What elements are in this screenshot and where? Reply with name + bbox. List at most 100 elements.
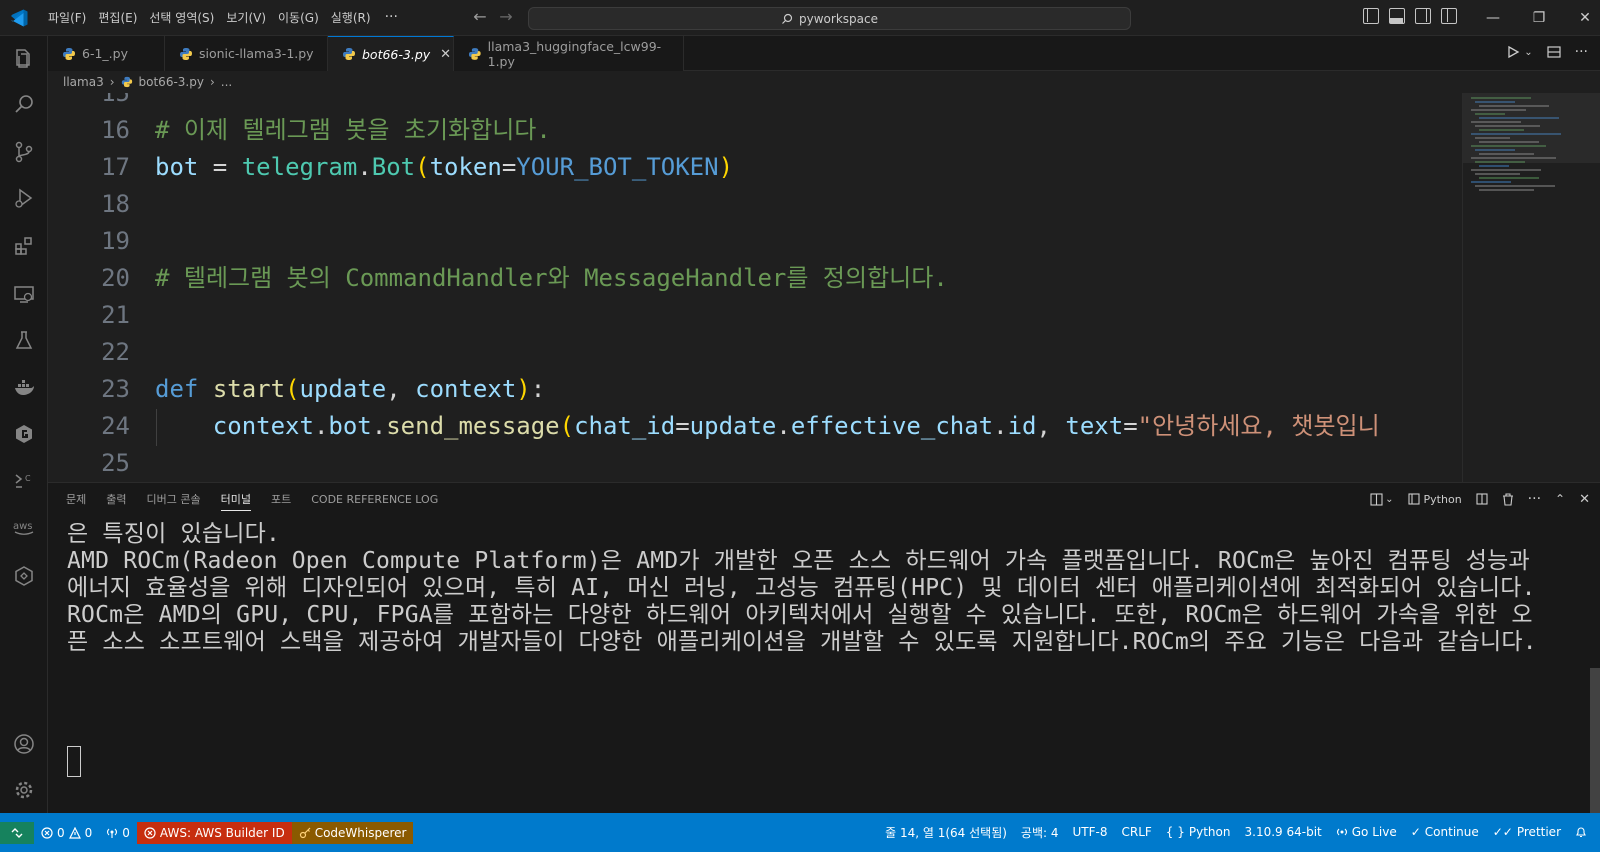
- new-terminal-layout-icon[interactable]: ⌄: [1370, 492, 1394, 506]
- maximize-panel-icon[interactable]: ⌃: [1555, 492, 1565, 506]
- breadcrumb-file[interactable]: bot66-3.py: [139, 75, 204, 89]
- code-line[interactable]: 22: [48, 334, 1462, 371]
- codewhisperer-status[interactable]: CodeWhisperer: [291, 821, 414, 844]
- gitlens-icon[interactable]: [12, 422, 36, 446]
- code-editor[interactable]: 15 16 # 이제 텔레그램 봇을 초기화합니다. 17 bot = telegram…: [48, 93, 1462, 482]
- encoding[interactable]: UTF-8: [1066, 821, 1115, 843]
- back-arrow-icon[interactable]: ←: [472, 8, 488, 26]
- code-line[interactable]: 19: [48, 223, 1462, 260]
- python-interpreter[interactable]: 3.10.9 64-bit: [1238, 821, 1329, 843]
- code-line[interactable]: 17 bot = telegram.Bot(token=YOUR_BOT_TOKE…: [48, 149, 1462, 186]
- aws-connection-status[interactable]: AWS: AWS Builder ID: [136, 821, 292, 844]
- prettier-button[interactable]: ✓✓ Prettier: [1486, 821, 1568, 843]
- tab-sionic-llama3[interactable]: sionic-llama3-1.py: [165, 36, 328, 71]
- code-line[interactable]: 18: [48, 186, 1462, 223]
- terminal-scrollbar[interactable]: [1590, 668, 1600, 814]
- close-window-icon[interactable]: ✕: [1562, 0, 1600, 36]
- tab-ports[interactable]: 포트: [261, 483, 301, 517]
- warning-icon: [68, 826, 81, 839]
- cursor-position[interactable]: 줄 14, 열 1(64 선택됨): [878, 821, 1014, 843]
- go-live-button[interactable]: Go Live: [1329, 821, 1404, 843]
- toggle-primary-sidebar-icon[interactable]: [1363, 8, 1379, 24]
- terminal-output[interactable]: 은 특징이 있습니다. AMD ROCm(Radeon Open Compute…: [67, 521, 1537, 656]
- tab-output[interactable]: 출력: [96, 483, 136, 517]
- menu-selection[interactable]: 선택 영역(S): [143, 6, 220, 30]
- explorer-icon[interactable]: [12, 46, 36, 70]
- tab-llama3-huggingface[interactable]: llama3_huggingface_lcw99-1.py: [454, 36, 684, 71]
- continue-label: Continue: [1424, 825, 1479, 839]
- end-of-line[interactable]: CRLF: [1114, 821, 1158, 843]
- customize-layout-icon[interactable]: [1441, 8, 1457, 24]
- remote-explorer-icon[interactable]: [12, 282, 36, 306]
- source-control-icon[interactable]: [12, 140, 36, 164]
- more-actions-icon[interactable]: ···: [1575, 44, 1588, 60]
- code-token: telegram: [241, 153, 358, 181]
- code-token: bot: [328, 412, 372, 440]
- testing-icon[interactable]: [12, 328, 36, 352]
- account-icon[interactable]: [12, 732, 36, 756]
- minimap-line: [1475, 173, 1520, 175]
- language-mode[interactable]: { } Python: [1159, 821, 1238, 843]
- trash-icon[interactable]: [1502, 492, 1514, 506]
- code-token: update: [689, 412, 777, 440]
- close-panel-icon[interactable]: ✕: [1579, 492, 1590, 507]
- line-number: 21: [101, 301, 130, 329]
- code-line[interactable]: 25: [48, 445, 1462, 482]
- split-editor-icon[interactable]: [1547, 45, 1561, 59]
- terminal-cursor: [67, 746, 81, 777]
- tab-code-reference-log[interactable]: CODE REFERENCE LOG: [301, 483, 448, 517]
- menu-more-icon[interactable]: ···: [377, 6, 406, 30]
- problems-status[interactable]: 0 0: [34, 822, 99, 844]
- minimap-slider[interactable]: [1463, 93, 1600, 163]
- run-debug-icon[interactable]: [12, 186, 36, 210]
- menu-run[interactable]: 실행(R): [325, 6, 377, 30]
- run-file-icon[interactable]: [1506, 45, 1520, 59]
- menu-go[interactable]: 이동(G): [272, 6, 325, 30]
- code-token: update: [299, 375, 387, 403]
- code-line[interactable]: 15: [48, 93, 1462, 112]
- code-line[interactable]: 24 context.bot.send_message(chat_id=upda…: [48, 408, 1462, 445]
- indentation[interactable]: 공백: 4: [1014, 821, 1066, 843]
- more-panel-actions-icon[interactable]: ···: [1528, 491, 1541, 507]
- menu-edit[interactable]: 편집(E): [92, 6, 143, 30]
- settings-gear-icon[interactable]: [12, 778, 36, 802]
- tab-terminal[interactable]: 터미널: [220, 489, 251, 511]
- tab-6-1[interactable]: 6-1_.py: [48, 36, 165, 71]
- extensions-icon[interactable]: [12, 234, 36, 258]
- code-line[interactable]: 20 # 텔레그램 봇의 CommandHandler와 MessageHandl…: [48, 260, 1462, 297]
- shell-label: Python: [1423, 492, 1462, 506]
- continue-button[interactable]: ✓ Continue: [1404, 821, 1486, 843]
- toggle-secondary-sidebar-icon[interactable]: [1415, 8, 1431, 24]
- code-line[interactable]: 23 def start(update, context):: [48, 371, 1462, 408]
- double-check-icon: ✓✓: [1492, 825, 1513, 839]
- breadcrumb-symbol[interactable]: ...: [221, 75, 232, 89]
- menu-file[interactable]: 파일(F): [42, 6, 92, 30]
- restore-icon[interactable]: ❐: [1516, 0, 1562, 36]
- code-reference-icon[interactable]: C: [12, 470, 36, 494]
- code-line[interactable]: 21: [48, 297, 1462, 334]
- menu-view[interactable]: 보기(V): [220, 6, 272, 30]
- code-line[interactable]: 16 # 이제 텔레그램 봇을 초기화합니다.: [48, 112, 1462, 149]
- tab-problems[interactable]: 문제: [56, 483, 96, 517]
- command-center-search[interactable]: pyworkspace: [528, 7, 1131, 30]
- docker-icon[interactable]: [12, 376, 36, 400]
- terminal-shell-selector[interactable]: Python: [1407, 492, 1462, 506]
- hexagon-extension-icon[interactable]: [12, 564, 36, 588]
- prettier-label: Prettier: [1516, 825, 1561, 839]
- run-dropdown-chevron-icon[interactable]: ⌄: [1524, 47, 1532, 58]
- forward-arrow-icon[interactable]: →: [498, 8, 514, 26]
- code-token: ,: [386, 375, 416, 403]
- notifications-bell-icon[interactable]: [1568, 821, 1594, 843]
- ports-status[interactable]: 0: [99, 822, 137, 844]
- tab-bot66-3[interactable]: bot66-3.py ✕: [328, 36, 454, 71]
- toggle-panel-icon[interactable]: [1389, 8, 1405, 24]
- aws-icon[interactable]: aws: [12, 516, 36, 540]
- close-tab-icon[interactable]: ✕: [440, 47, 451, 62]
- minimap[interactable]: [1462, 93, 1600, 482]
- minimize-icon[interactable]: —: [1470, 0, 1516, 36]
- search-icon[interactable]: [12, 92, 36, 116]
- remote-indicator-icon[interactable]: [0, 821, 34, 844]
- tab-debug-console[interactable]: 디버그 콘솔: [137, 483, 211, 517]
- split-terminal-icon[interactable]: [1476, 493, 1488, 505]
- breadcrumb-folder[interactable]: llama3: [63, 75, 104, 89]
